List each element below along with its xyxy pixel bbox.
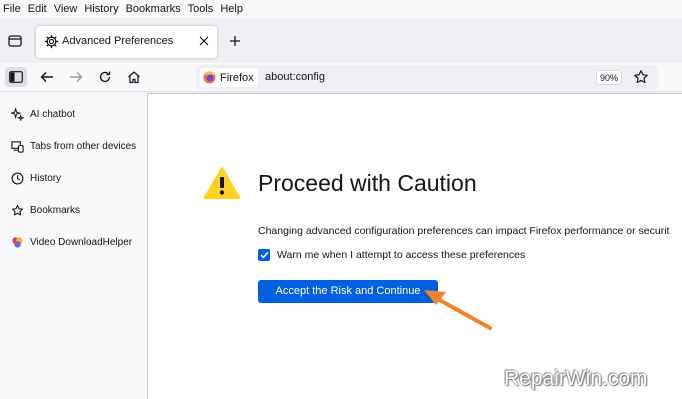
new-tab-icon[interactable] [229, 35, 241, 47]
history-clock-icon [10, 171, 24, 185]
warning-icon [203, 166, 241, 200]
home-icon[interactable] [125, 68, 143, 86]
menu-history[interactable]: History [84, 3, 118, 15]
sidebar-item-tabs-from-other-devices[interactable]: Tabs from other devices [10, 136, 136, 156]
gear-icon [44, 34, 59, 49]
accept-risk-button[interactable]: Accept the Risk and Continue [258, 280, 438, 303]
menu-bookmarks[interactable]: Bookmarks [126, 3, 181, 15]
bookmark-star-icon [10, 203, 24, 217]
annotation-arrow-icon [418, 284, 498, 334]
sidebar-item-label: History [30, 172, 62, 184]
sidebar-item-video-downloadhelper[interactable]: Video DownloadHelper [10, 232, 132, 252]
url-bar[interactable]: Firefox about:config 90% [196, 65, 658, 90]
tab-advanced-preferences[interactable]: Advanced Preferences [36, 26, 217, 58]
menu-bar: File Edit View History Bookmarks Tools H… [0, 0, 682, 18]
synced-tabs-icon [10, 139, 24, 153]
zoom-level-button[interactable]: 90% [596, 70, 622, 85]
identity-label: Firefox [220, 72, 254, 84]
menu-view[interactable]: View [54, 3, 78, 15]
sidebar: AI chatbot Tabs from other devices Histo… [0, 93, 147, 399]
firefox-logo-icon [203, 71, 216, 84]
identity-box[interactable]: Firefox [200, 68, 258, 87]
extension-icon [10, 235, 24, 249]
menu-tools[interactable]: Tools [188, 3, 214, 15]
sidebar-item-label: Tabs from other devices [30, 140, 137, 152]
page-content: Proceed with Caution Changing advanced c… [147, 93, 682, 399]
url-input[interactable]: about:config [265, 71, 325, 83]
menu-edit[interactable]: Edit [28, 3, 47, 15]
menu-help[interactable]: Help [220, 3, 243, 15]
watermark-text: RepairWin.com [504, 367, 648, 390]
page-title: Proceed with Caution [258, 170, 477, 196]
ai-sparkle-icon [10, 107, 24, 121]
tab-strip: Advanced Preferences [0, 18, 682, 63]
tab-title: Advanced Preferences [62, 35, 174, 47]
sidebar-item-label: AI chatbot [30, 108, 76, 120]
warning-description: Changing advanced configuration preferen… [258, 225, 670, 237]
sidebar-item-bookmarks[interactable]: Bookmarks [10, 200, 80, 220]
sidebar-item-label: Video DownloadHelper [30, 236, 133, 248]
menu-file[interactable]: File [3, 3, 21, 15]
navigation-bar: Firefox about:config 90% [0, 63, 682, 92]
reload-icon[interactable] [96, 68, 114, 86]
forward-arrow-icon[interactable] [67, 68, 85, 86]
sidebar-item-history[interactable]: History [10, 168, 61, 188]
warn-checkbox-label[interactable]: Warn me when I attempt to access these p… [277, 249, 525, 261]
warn-checkbox-row[interactable]: Warn me when I attempt to access these p… [258, 249, 525, 261]
sidebar-toggle-button[interactable] [5, 67, 27, 87]
tab-overview-icon[interactable] [7, 33, 23, 49]
sidebar-item-label: Bookmarks [30, 204, 81, 216]
sidebar-item-ai-chatbot[interactable]: AI chatbot [10, 104, 75, 124]
back-arrow-icon[interactable] [38, 68, 56, 86]
bookmark-star-icon[interactable] [633, 69, 649, 85]
warn-checkbox[interactable] [258, 249, 270, 261]
close-icon[interactable] [198, 35, 210, 47]
